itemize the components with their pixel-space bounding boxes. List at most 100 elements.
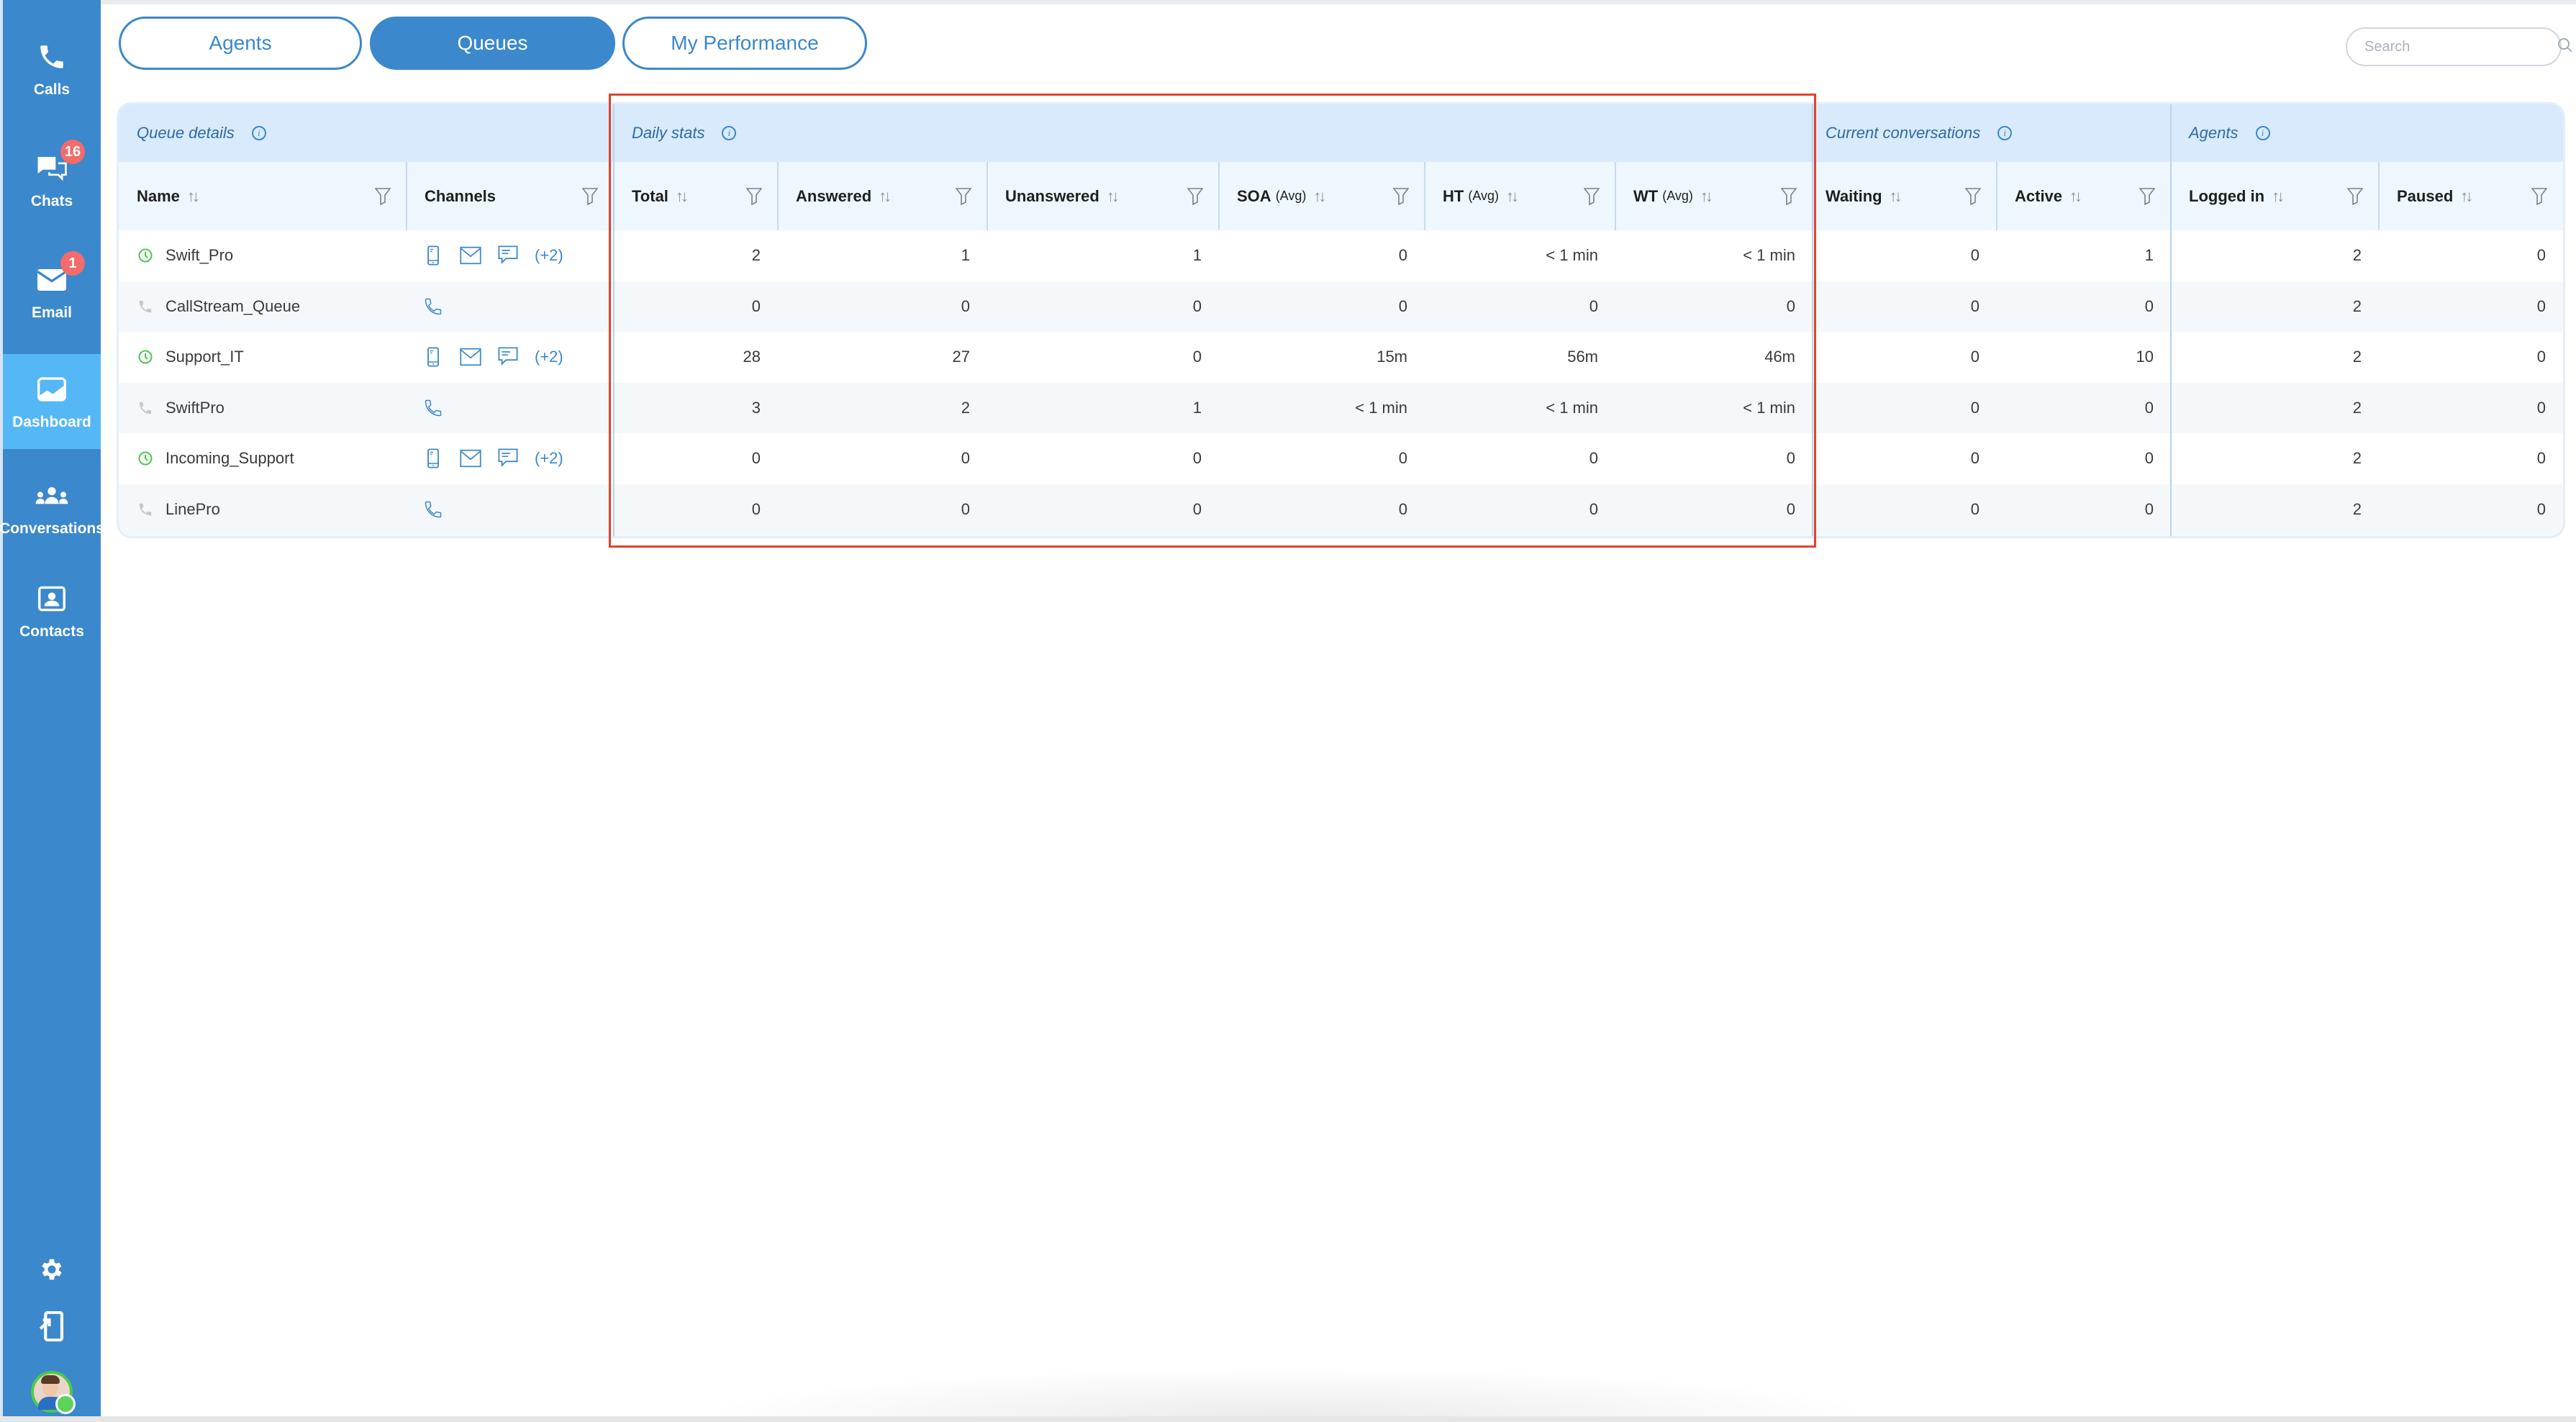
- sort-icon[interactable]: ↑↓: [676, 187, 689, 206]
- filter-icon[interactable]: [1780, 188, 1797, 206]
- sort-icon[interactable]: ↑↓: [879, 187, 892, 206]
- envelope-icon[interactable]: [460, 245, 481, 266]
- sidebar-item-label: Calls: [33, 81, 71, 98]
- column-divider: [777, 162, 779, 230]
- column-header-wt[interactable]: WT (Avg) ↑↓: [1615, 162, 1813, 230]
- column-header-total[interactable]: Total ↑↓: [614, 162, 778, 230]
- device-transfer-button[interactable]: [3, 1310, 101, 1345]
- phone-icon[interactable]: [422, 397, 444, 419]
- column-divider: [406, 162, 407, 230]
- search-icon[interactable]: [2557, 37, 2574, 58]
- bottom-shadow: [691, 1367, 1885, 1418]
- tab-my-performance[interactable]: My Performance: [622, 17, 867, 70]
- group-divider: [2170, 104, 2172, 536]
- sort-icon[interactable]: ↑↓: [1890, 187, 1902, 206]
- group-header-row: Queue details i Daily stats i Current co…: [119, 104, 2563, 162]
- filter-icon[interactable]: [955, 188, 972, 206]
- sidebar-item-dashboard[interactable]: Dashboard: [3, 354, 101, 449]
- sidebar-item-chats[interactable]: 16 Chats: [3, 140, 101, 223]
- column-header-waiting[interactable]: Waiting ↑↓: [1813, 162, 1997, 230]
- sort-icon[interactable]: ↑↓: [2272, 187, 2285, 206]
- column-header-paused[interactable]: Paused ↑↓: [2379, 162, 2563, 230]
- chat-icon[interactable]: [497, 448, 519, 469]
- phone-icon[interactable]: [422, 499, 444, 520]
- column-header-answered[interactable]: Answered ↑↓: [778, 162, 987, 230]
- sort-icon[interactable]: ↑↓: [1313, 187, 1326, 206]
- column-label: Paused: [2397, 186, 2454, 205]
- cell-soa: 15m: [1377, 348, 1407, 366]
- chat-icon[interactable]: [497, 346, 519, 368]
- more-channels-link[interactable]: (+2): [535, 348, 563, 366]
- group-label: Queue details: [137, 124, 235, 142]
- table-row[interactable]: Incoming_Support (+2) 0 0 0 0 0 0 0 0 2 0: [119, 433, 2563, 484]
- mobile-icon[interactable]: [422, 448, 444, 469]
- mobile-icon[interactable]: [422, 245, 444, 266]
- info-icon[interactable]: i: [722, 126, 737, 140]
- filter-icon[interactable]: [2139, 188, 2156, 206]
- column-header-unanswered[interactable]: Unanswered ↑↓: [987, 162, 1219, 230]
- envelope-icon[interactable]: [460, 448, 481, 469]
- sort-icon[interactable]: ↑↓: [1107, 187, 1120, 206]
- cell-active: 1: [2144, 246, 2154, 264]
- envelope-icon: 1: [35, 251, 85, 297]
- tab-agents[interactable]: Agents: [119, 17, 362, 70]
- sort-icon[interactable]: ↑↓: [187, 187, 200, 206]
- table-row[interactable]: CallStream_Queue 0 0 0 0 0 0 0 0 2 0: [119, 281, 2563, 332]
- sidebar-item-conversations[interactable]: Conversations: [0, 479, 104, 551]
- filter-icon[interactable]: [745, 188, 763, 206]
- user-avatar-button[interactable]: [3, 1371, 101, 1414]
- mobile-icon[interactable]: [422, 346, 444, 368]
- tab-queues[interactable]: Queues: [370, 17, 615, 70]
- sort-icon[interactable]: ↑↓: [2069, 187, 2082, 206]
- table-row[interactable]: SwiftPro 3 2 1 < 1 min < 1 min < 1 min 0 0 2 0: [119, 382, 2563, 433]
- filter-icon[interactable]: [1392, 188, 1410, 206]
- sort-icon[interactable]: ↑↓: [2460, 187, 2473, 206]
- more-channels-link[interactable]: (+2): [535, 449, 563, 468]
- table-row[interactable]: LinePro 0 0 0 0 0 0 0 0 2 0: [119, 484, 2563, 535]
- column-divider: [1218, 162, 1220, 230]
- info-icon[interactable]: i: [2255, 126, 2270, 140]
- column-header-name[interactable]: Name ↑↓: [119, 162, 407, 230]
- filter-icon[interactable]: [1964, 188, 1982, 206]
- phone-icon[interactable]: [422, 296, 444, 317]
- column-header-channels[interactable]: Channels: [407, 162, 614, 230]
- info-icon[interactable]: i: [251, 126, 266, 140]
- search-input[interactable]: [2363, 37, 2557, 56]
- sort-icon[interactable]: ↑↓: [1700, 187, 1713, 206]
- column-label: Name: [137, 186, 180, 205]
- column-header-ht[interactable]: HT (Avg) ↑↓: [1425, 162, 1615, 230]
- gear-icon: [38, 1256, 65, 1287]
- settings-button[interactable]: [3, 1256, 101, 1287]
- column-label: Active: [2015, 186, 2063, 205]
- column-header-logged-in[interactable]: Logged in ↑↓: [2171, 162, 2379, 230]
- info-icon[interactable]: i: [1997, 126, 2013, 140]
- filter-icon[interactable]: [1583, 188, 1600, 206]
- cell-unanswered: 1: [1192, 246, 1202, 264]
- more-channels-link[interactable]: (+2): [535, 246, 563, 265]
- cell-answered: 0: [961, 449, 970, 467]
- sidebar-item-contacts[interactable]: Contacts: [3, 581, 101, 653]
- group-divider: [613, 104, 614, 536]
- table-row[interactable]: Swift_Pro (+2) 2 1 1 0 < 1 min < 1 min 0 1 2 0: [119, 230, 2563, 281]
- sort-icon[interactable]: ↑↓: [1506, 187, 1519, 206]
- search-box[interactable]: [2346, 27, 2572, 66]
- filter-icon[interactable]: [2346, 188, 2364, 206]
- chat-icon[interactable]: [497, 245, 519, 266]
- cell-total: 0: [751, 296, 761, 315]
- column-header-row: Name ↑↓ Channels Total ↑↓ Answered ↑↓ Unanswere…: [119, 162, 2563, 230]
- filter-icon[interactable]: [2531, 188, 2548, 206]
- column-label: HT: [1443, 186, 1464, 205]
- cell-answered: 1: [961, 246, 970, 264]
- filter-icon[interactable]: [1187, 188, 1204, 206]
- column-label: Waiting: [1826, 186, 1882, 205]
- column-header-active[interactable]: Active ↑↓: [1997, 162, 2171, 230]
- filter-icon[interactable]: [374, 188, 391, 206]
- table-row[interactable]: Support_IT (+2) 28 27 0 15m 56m 46m 0 10 2 0: [119, 332, 2563, 383]
- sidebar-item-label: Chats: [30, 193, 73, 209]
- sidebar-item-email[interactable]: 1 Email: [3, 251, 101, 335]
- queue-name-cell: Incoming_Support: [119, 433, 407, 484]
- column-header-soa[interactable]: SOA (Avg) ↑↓: [1219, 162, 1425, 230]
- filter-icon[interactable]: [581, 188, 599, 206]
- envelope-icon[interactable]: [460, 346, 481, 368]
- sidebar-item-calls[interactable]: Calls: [3, 40, 101, 112]
